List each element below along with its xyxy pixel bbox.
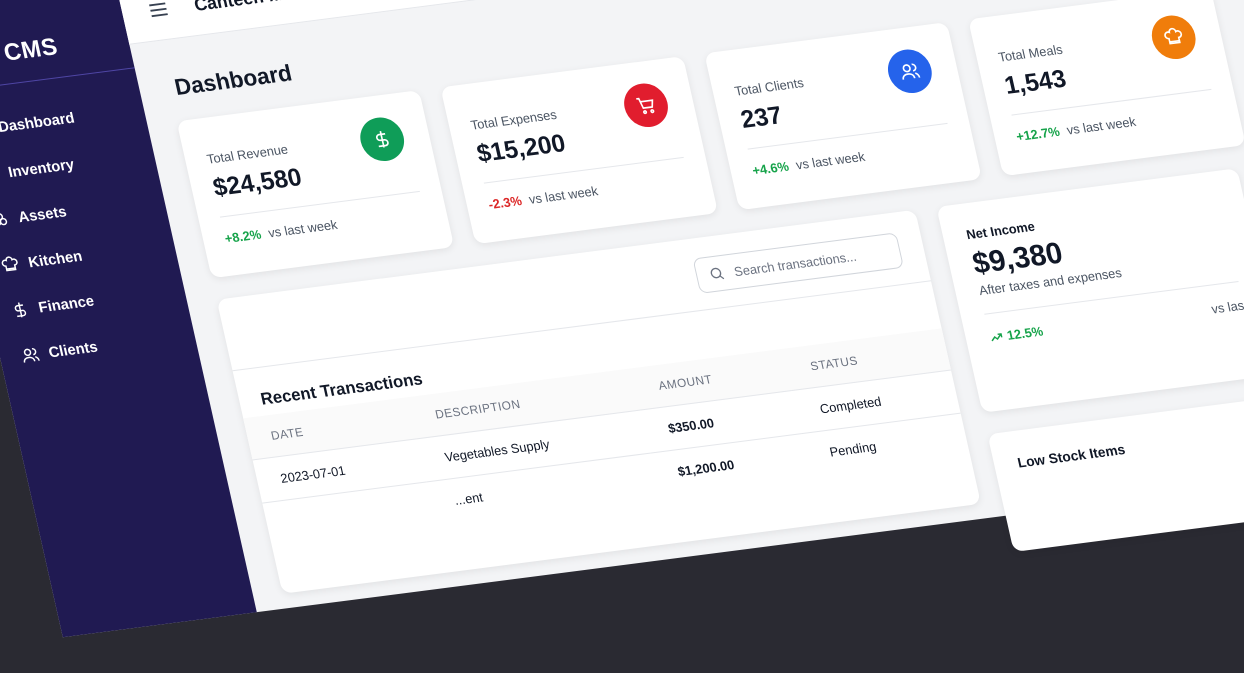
sidebar-item-label: Dashboard (0, 109, 77, 136)
change-vs-label: vs last week (794, 148, 867, 173)
sidebar-item-label: Clients (46, 338, 100, 361)
sidebar-item-label: Kitchen (26, 247, 84, 271)
sidebar-item-label: Finance (36, 292, 96, 316)
dashboard-page: CMS Dashboard Inventory Assets Kitchen F… (0, 0, 1244, 638)
change-vs-label: vs last week (1065, 113, 1138, 138)
sidebar-item-label: Inventory (6, 155, 76, 181)
stat-card-clients: Total Clients 237 +4.6% vs last week (704, 22, 982, 211)
change-vs-label: vs last week (527, 183, 600, 207)
change-value: +4.6% (750, 158, 791, 179)
assets-icon (0, 213, 8, 227)
search-box (692, 232, 905, 294)
net-income-footer: 12.5% vs las (988, 298, 1244, 345)
change-value: -2.3% (487, 193, 524, 213)
users-icon (23, 348, 40, 363)
low-stock-card: Low Stock Items (987, 395, 1244, 552)
stat-card-revenue: Total Revenue $24,580 +8.2% vs last week (176, 90, 455, 279)
hamburger-icon[interactable] (145, 0, 171, 22)
right-column: Net Income $9,380 After taxes and expens… (936, 168, 1244, 552)
box-icon (0, 165, 1, 185)
trending-up-icon (991, 332, 1003, 341)
dollar-icon (14, 302, 27, 318)
change-value: +8.2% (223, 226, 263, 247)
change-vs-label: vs last week (266, 216, 339, 241)
low-stock-title: Low Stock Items (1015, 441, 1127, 471)
change-value: 12.5% (1005, 323, 1045, 343)
transactions-table-wrapper: Recent Transactions DATE DESCRIPTION AMO… (232, 280, 971, 546)
search-icon (710, 267, 725, 280)
recent-transactions-panel: Recent Transactions DATE DESCRIPTION AMO… (216, 209, 982, 594)
stat-card-meals: Total Meals 1,543 +12.7% vs last week (968, 0, 1244, 177)
main-content: Dashboard Total Revenue $24,580 +8.2% vs… (129, 0, 1244, 612)
chef-hat-icon (1, 256, 18, 272)
change-value: +12.7% (1014, 123, 1062, 145)
search-input[interactable] (730, 242, 894, 280)
change-vs-label: vs las (1209, 297, 1244, 317)
stat-card-expenses: Total Expenses $15,200 -2.3% vs last wee… (440, 56, 719, 245)
net-income-change: 12.5% (988, 324, 1045, 346)
net-income-card: Net Income $9,380 After taxes and expens… (936, 168, 1244, 413)
app-title: Canteen Manage (192, 0, 335, 15)
sidebar-item-label: Assets (16, 202, 69, 226)
